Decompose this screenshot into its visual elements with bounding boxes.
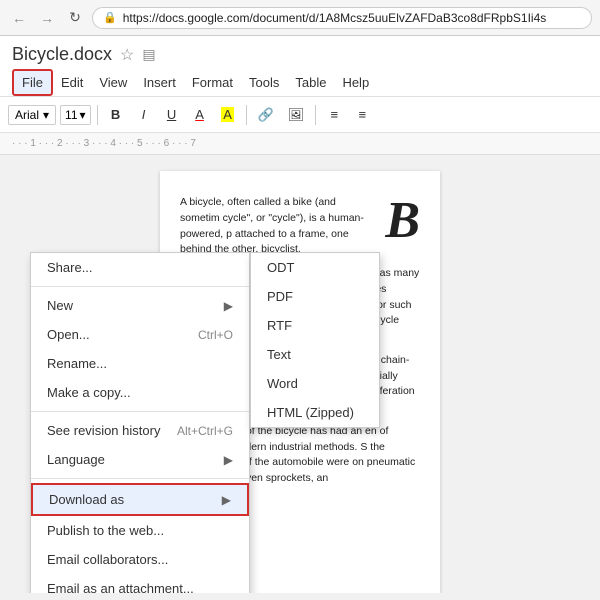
underline-button[interactable]: U	[160, 103, 184, 127]
font-name: Arial	[15, 108, 39, 122]
folder-icon[interactable]: ▤	[142, 46, 155, 63]
file-menu-rename[interactable]: Rename...	[31, 349, 249, 378]
submenu-pdf[interactable]: PDF	[251, 282, 379, 311]
language-label: Language	[47, 452, 105, 467]
font-size-value: 11	[65, 108, 77, 122]
file-menu: Share... New ▶ Open... Ctrl+O Rename... …	[30, 252, 250, 593]
pdf-label: PDF	[267, 289, 293, 304]
browser-bar: ← → ↻ 🔒 https://docs.google.com/document…	[0, 0, 600, 36]
file-menu-open[interactable]: Open... Ctrl+O	[31, 320, 249, 349]
lock-icon: 🔒	[103, 11, 117, 24]
docs-header: Bicycle.docx ☆ ▤ File Edit View Insert F…	[0, 36, 600, 97]
menu-item-view[interactable]: View	[91, 71, 135, 94]
menu-item-file[interactable]: File	[12, 69, 53, 96]
email-collab-label: Email collaborators...	[47, 552, 168, 567]
file-menu-copy[interactable]: Make a copy...	[31, 378, 249, 407]
toolbar-sep-1	[97, 105, 98, 125]
text-label: Text	[267, 347, 291, 362]
submenu-text[interactable]: Text	[251, 340, 379, 369]
menu-item-edit[interactable]: Edit	[53, 71, 91, 94]
bullet-list-button[interactable]: ≡	[350, 103, 374, 127]
font-size-selector[interactable]: 11 ▾	[60, 105, 91, 125]
submenu-word[interactable]: Word	[251, 369, 379, 398]
back-button[interactable]: ←	[8, 7, 30, 29]
title-row: Bicycle.docx ☆ ▤	[12, 44, 588, 65]
toolbar-sep-3	[315, 105, 316, 125]
doc-drop-cap: B	[385, 195, 420, 247]
open-label: Open...	[47, 327, 90, 342]
file-menu-email-collab[interactable]: Email collaborators...	[31, 545, 249, 574]
odt-label: ODT	[267, 260, 294, 275]
font-color-button[interactable]: A	[188, 103, 212, 127]
download-submenu: ODT PDF RTF Text Word HTML (Zipped)	[250, 252, 380, 428]
sep-2	[31, 411, 249, 412]
doc-para-1: A bicycle, often called a bike (and some…	[180, 195, 420, 258]
file-menu-download[interactable]: Download as ▶	[31, 483, 249, 516]
menu-item-format[interactable]: Format	[184, 71, 241, 94]
refresh-button[interactable]: ↻	[64, 7, 86, 29]
image-button[interactable]: 🖼	[283, 103, 310, 127]
new-label: New	[47, 298, 73, 313]
ruler: · · · 1 · · · 2 · · · 3 · · · 4 · · · 5 …	[0, 133, 600, 155]
font-selector[interactable]: Arial ▾	[8, 105, 56, 125]
file-menu-new[interactable]: New ▶	[31, 291, 249, 320]
html-label: HTML (Zipped)	[267, 405, 354, 420]
submenu-html[interactable]: HTML (Zipped)	[251, 398, 379, 427]
url-text: https://docs.google.com/document/d/1A8Mc…	[123, 11, 581, 25]
menu-item-insert[interactable]: Insert	[135, 71, 184, 94]
email-attach-label: Email as an attachment...	[47, 581, 194, 593]
ruler-marks: · · · 1 · · · 2 · · · 3 · · · 4 · · · 5 …	[12, 138, 196, 149]
file-menu-revision[interactable]: See revision history Alt+Ctrl+G	[31, 416, 249, 445]
star-icon[interactable]: ☆	[120, 45, 134, 65]
file-menu-publish[interactable]: Publish to the web...	[31, 516, 249, 545]
submenu-rtf[interactable]: RTF	[251, 311, 379, 340]
numbered-list-button[interactable]: ≡	[322, 103, 346, 127]
file-menu-language[interactable]: Language ▶	[31, 445, 249, 474]
link-button[interactable]: 🔗	[253, 103, 279, 127]
doc-title: Bicycle.docx	[12, 44, 112, 65]
italic-button[interactable]: I	[132, 103, 156, 127]
menu-bar: File Edit View Insert Format Tools Table…	[12, 69, 588, 96]
revision-label: See revision history	[47, 423, 160, 438]
word-label: Word	[267, 376, 298, 391]
submenu-odt[interactable]: ODT	[251, 253, 379, 282]
language-arrow: ▶	[224, 453, 233, 467]
main-area: B A bicycle, often called a bike (and so…	[0, 155, 600, 593]
download-label: Download as	[49, 492, 124, 507]
file-menu-email-attach[interactable]: Email as an attachment...	[31, 574, 249, 593]
address-bar[interactable]: 🔒 https://docs.google.com/document/d/1A8…	[92, 7, 592, 29]
font-dropdown-icon: ▾	[43, 108, 49, 122]
bold-button[interactable]: B	[104, 103, 128, 127]
new-arrow: ▶	[224, 299, 233, 313]
publish-label: Publish to the web...	[47, 523, 164, 538]
toolbar: Arial ▾ 11 ▾ B I U A A 🔗 🖼 ≡ ≡	[0, 97, 600, 133]
forward-button[interactable]: →	[36, 7, 58, 29]
share-label: Share...	[47, 260, 93, 275]
menu-item-help[interactable]: Help	[334, 71, 377, 94]
menu-item-table[interactable]: Table	[287, 71, 334, 94]
highlight-button[interactable]: A	[216, 103, 240, 127]
sep-3	[31, 478, 249, 479]
menu-item-tools[interactable]: Tools	[241, 71, 287, 94]
highlight-label: A	[221, 107, 234, 122]
download-arrow: ▶	[222, 493, 231, 507]
copy-label: Make a copy...	[47, 385, 131, 400]
toolbar-sep-2	[246, 105, 247, 125]
open-shortcut: Ctrl+O	[198, 328, 233, 342]
sep-1	[31, 286, 249, 287]
font-color-label: A	[195, 107, 204, 122]
rename-label: Rename...	[47, 356, 107, 371]
file-menu-share[interactable]: Share...	[31, 253, 249, 282]
rtf-label: RTF	[267, 318, 292, 333]
size-dropdown-icon: ▾	[80, 108, 86, 122]
revision-shortcut: Alt+Ctrl+G	[177, 424, 233, 438]
